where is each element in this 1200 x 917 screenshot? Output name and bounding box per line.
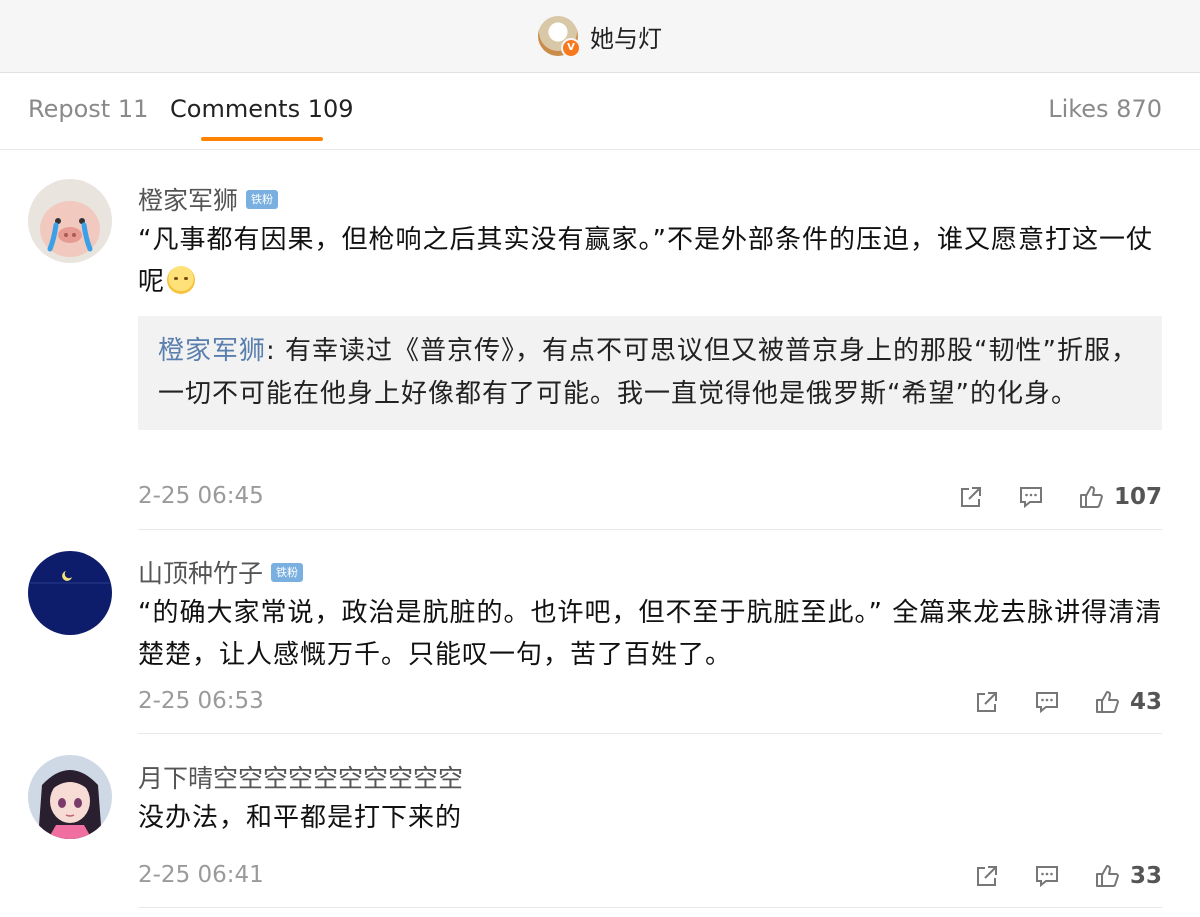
like-count: 43 bbox=[1129, 689, 1162, 715]
divider bbox=[138, 529, 1162, 530]
divider bbox=[138, 733, 1162, 734]
comment-text: 没办法，和平都是打下来的 bbox=[138, 803, 463, 833]
pig-avatar-icon bbox=[28, 179, 112, 263]
fan-badge: 铁粉 bbox=[246, 189, 279, 209]
anime-girl-avatar-icon bbox=[28, 755, 112, 839]
comments-card: Repost 11 Comments 109 Likes 870 橙家军狮 铁粉 … bbox=[0, 73, 1200, 917]
comment-icon[interactable] bbox=[1034, 863, 1060, 889]
fan-badge: 铁粉 bbox=[271, 562, 304, 582]
avatar[interactable] bbox=[28, 755, 112, 839]
comment-actions: 107 bbox=[958, 484, 1162, 510]
account-name[interactable]: 她与灯 bbox=[590, 19, 662, 54]
comment-timestamp: 2-25 06:41 bbox=[138, 862, 264, 888]
tab-comments[interactable]: Comments 109 bbox=[170, 95, 354, 123]
active-tab-indicator bbox=[201, 137, 323, 141]
comment-username[interactable]: 橙家军狮 铁粉 bbox=[138, 181, 279, 217]
comment-text: “凡事都有因果，但枪响之后其实没有赢家。”不是外部条件的压迫，谁又愿意打这一仗呢 bbox=[138, 225, 1153, 297]
share-icon[interactable] bbox=[974, 689, 1000, 715]
comment-icon[interactable] bbox=[1034, 689, 1060, 715]
sad-face-emoji-icon bbox=[167, 266, 196, 294]
quoted-reply[interactable]: 橙家军狮: 有幸读过《普京传》，有点不可思议但又被普京身上的那股“韧性”折服，一… bbox=[138, 316, 1162, 430]
avatar[interactable] bbox=[28, 179, 112, 263]
share-icon[interactable] bbox=[958, 484, 984, 510]
like-count: 107 bbox=[1113, 484, 1162, 510]
quote-text: : 有幸读过《普京传》，有点不可思议但又被普京身上的那股“韧性”折服，一切不可能… bbox=[158, 336, 1138, 409]
tab-repost[interactable]: Repost 11 bbox=[28, 95, 148, 123]
tab-bar: Repost 11 Comments 109 Likes 870 bbox=[0, 73, 1200, 150]
thumbs-up-icon[interactable] bbox=[1094, 863, 1120, 889]
avatar[interactable] bbox=[28, 551, 112, 635]
comment-username[interactable]: 月下晴空空空空空空空空空空 bbox=[138, 759, 463, 795]
divider bbox=[138, 907, 1162, 908]
like-count: 33 bbox=[1129, 863, 1162, 889]
comment-actions: 43 bbox=[974, 689, 1162, 715]
comment-timestamp: 2-25 06:45 bbox=[138, 483, 264, 509]
thumbs-up-icon[interactable] bbox=[1094, 689, 1120, 715]
comment-text: “的确大家常说，政治是肮脏的。也许吧，但不至于肮脏至此。” 全篇来龙去脉讲得清清… bbox=[138, 598, 1163, 670]
comment-actions: 33 bbox=[974, 863, 1162, 889]
quote-author[interactable]: 橙家军狮 bbox=[158, 336, 266, 366]
comment-username[interactable]: 山顶种竹子 铁粉 bbox=[138, 554, 304, 590]
comment-icon[interactable] bbox=[1018, 484, 1044, 510]
thumbs-up-icon[interactable] bbox=[1078, 484, 1104, 510]
moon-night-avatar-icon bbox=[28, 551, 112, 635]
verified-badge: V bbox=[561, 38, 581, 58]
share-icon[interactable] bbox=[974, 863, 1000, 889]
account-avatar[interactable]: V bbox=[538, 16, 581, 58]
tab-likes[interactable]: Likes 870 bbox=[1048, 95, 1162, 123]
comment-timestamp: 2-25 06:53 bbox=[138, 688, 264, 714]
top-bar: V 她与灯 bbox=[0, 0, 1200, 73]
